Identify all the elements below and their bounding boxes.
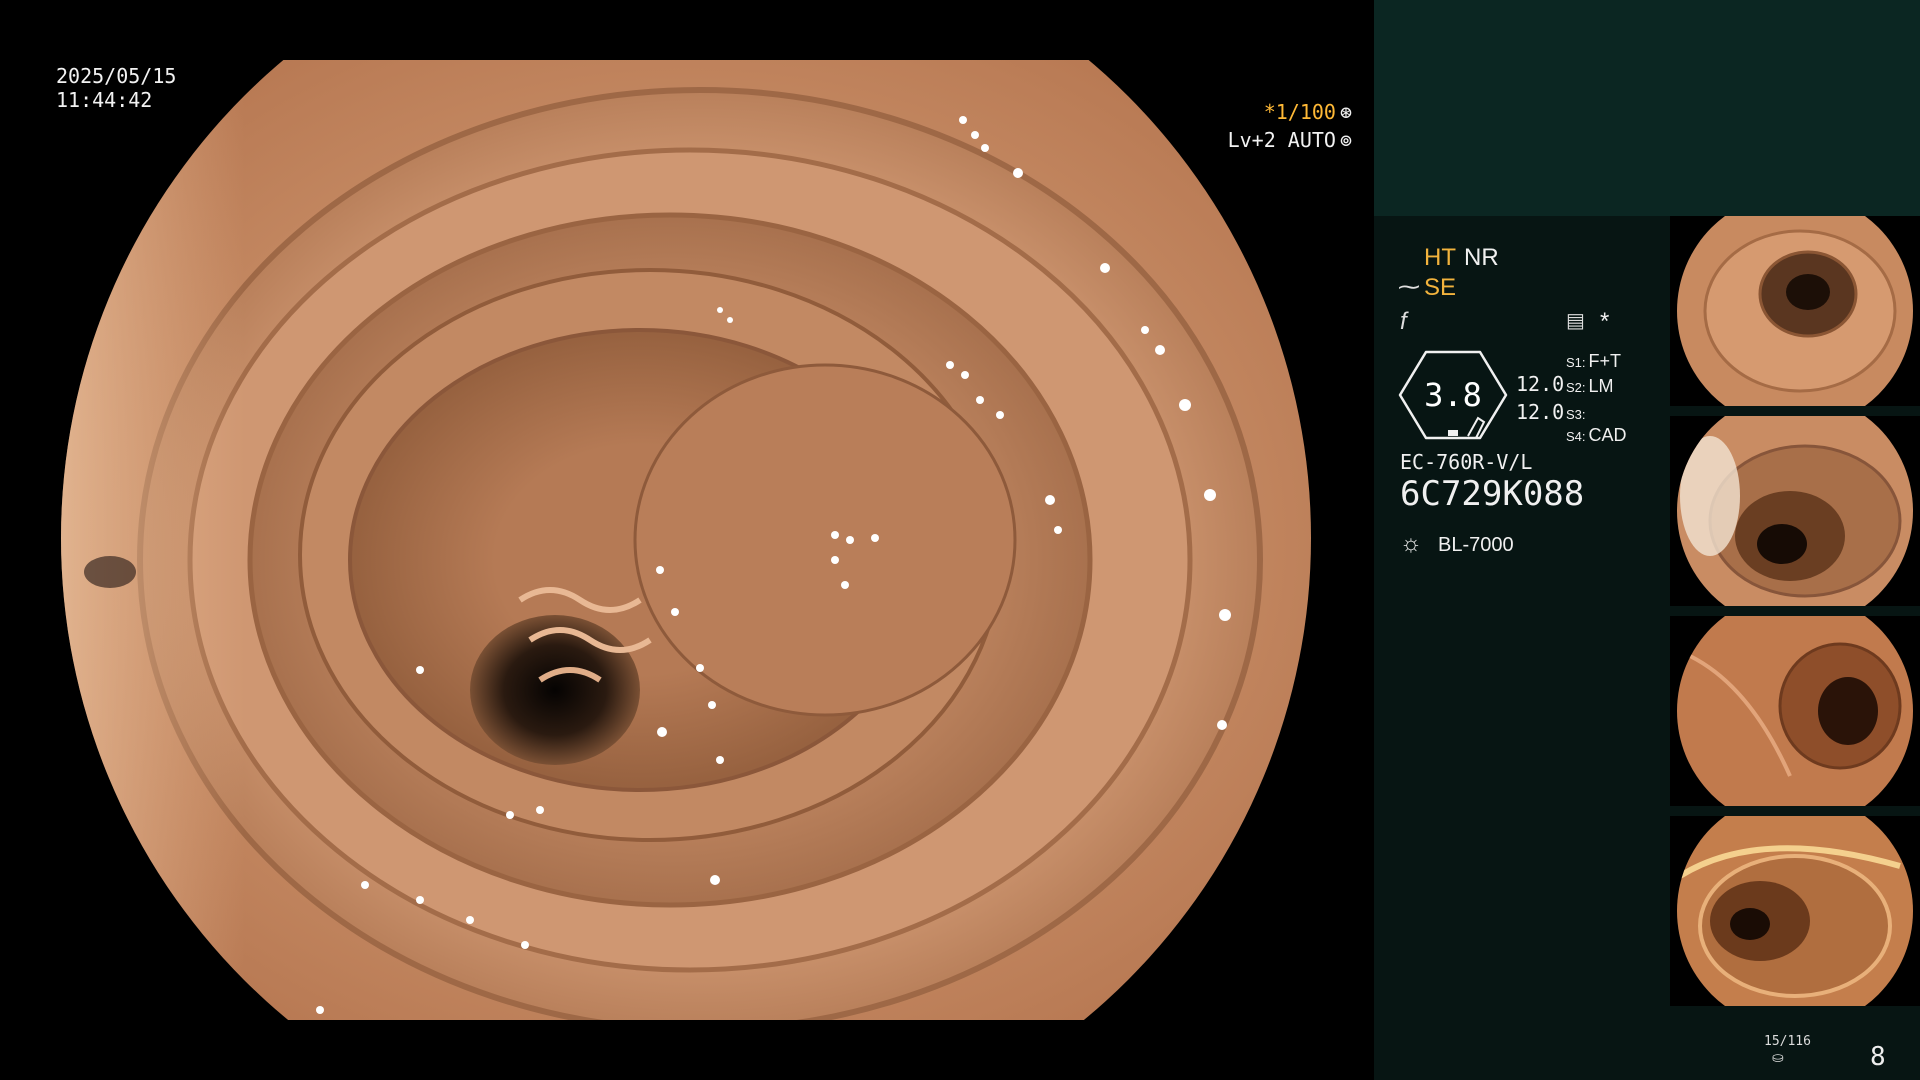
switch-s3: S3:: [1566, 403, 1589, 424]
switch-s1-key: S1:: [1566, 355, 1586, 370]
setting-value-1: 12.0: [1516, 372, 1565, 396]
thumbnail-4[interactable]: [1670, 816, 1920, 1006]
side-panel: HT NR ⁓ SE f ▤ * 3.8 12.0 12.0 S1: F+T S2…: [1374, 0, 1920, 1080]
lamp-icon: ☼: [1400, 530, 1422, 557]
thumbnail-1[interactable]: [1670, 216, 1920, 406]
image-counter: 15/116: [1764, 1034, 1811, 1049]
endoscopic-image: [0, 0, 1374, 1080]
shutter-speed: *1/100 ⊛: [1264, 100, 1352, 124]
ht-indicator: HT: [1424, 244, 1456, 271]
freeze-icon: f: [1400, 308, 1407, 335]
thumbnail-2[interactable]: [1670, 416, 1920, 606]
setting-value-2: 12.0: [1516, 400, 1565, 424]
status-info: HT NR ⁓ SE f ▤ * 3.8 12.0 12.0 S1: F+T S2…: [1374, 216, 1670, 1080]
switch-s2: S2: LM: [1566, 376, 1614, 397]
exam-time: 11:44:42: [56, 88, 153, 112]
switch-s4: S4: CAD: [1566, 425, 1627, 446]
switch-s4-value: CAD: [1588, 425, 1627, 445]
se-indicator: SE: [1424, 274, 1457, 301]
zoom-value: 3.8: [1424, 376, 1482, 414]
shutter-icon: ⊛: [1339, 100, 1352, 124]
structure-enhance-icon: ⁓: [1398, 274, 1420, 299]
switch-s1-value: F+T: [1588, 351, 1622, 371]
endoscope-live-view: 2025/05/15 11:44:42 *1/100 ⊛ Lv+2 AUTO ⊚: [0, 0, 1374, 1080]
shutter-speed-value: *1/100: [1263, 100, 1336, 124]
panel-header-area: [1374, 0, 1920, 216]
page-number: 8: [1870, 1042, 1886, 1072]
light-source-model: BL-7000: [1438, 534, 1514, 556]
brightness-level-value: Lv+2 AUTO: [1227, 128, 1336, 152]
switch-s2-key: S2:: [1566, 380, 1586, 395]
zoom-indicator: 3.8: [1398, 350, 1508, 440]
memo-icon: ▤: [1566, 310, 1585, 332]
storage-icon: ⛀: [1772, 1049, 1784, 1065]
scope-model: EC-760R-V/L: [1400, 450, 1533, 474]
switch-s3-key: S3:: [1566, 407, 1586, 422]
auto-iris-icon: ⊚: [1339, 128, 1352, 152]
exam-date: 2025/05/15: [56, 64, 177, 88]
nr-indicator: NR: [1464, 244, 1499, 271]
brightness-level: Lv+2 AUTO ⊚: [1228, 128, 1352, 152]
switch-s1: S1: F+T: [1566, 351, 1621, 372]
captured-thumbnails: [1670, 216, 1920, 1016]
switch-s4-key: S4:: [1566, 429, 1586, 444]
scope-serial: 6C729K088: [1400, 474, 1585, 514]
thumbnail-3[interactable]: [1670, 616, 1920, 806]
switch-s2-value: LM: [1588, 376, 1614, 396]
star-icon: *: [1600, 308, 1610, 335]
